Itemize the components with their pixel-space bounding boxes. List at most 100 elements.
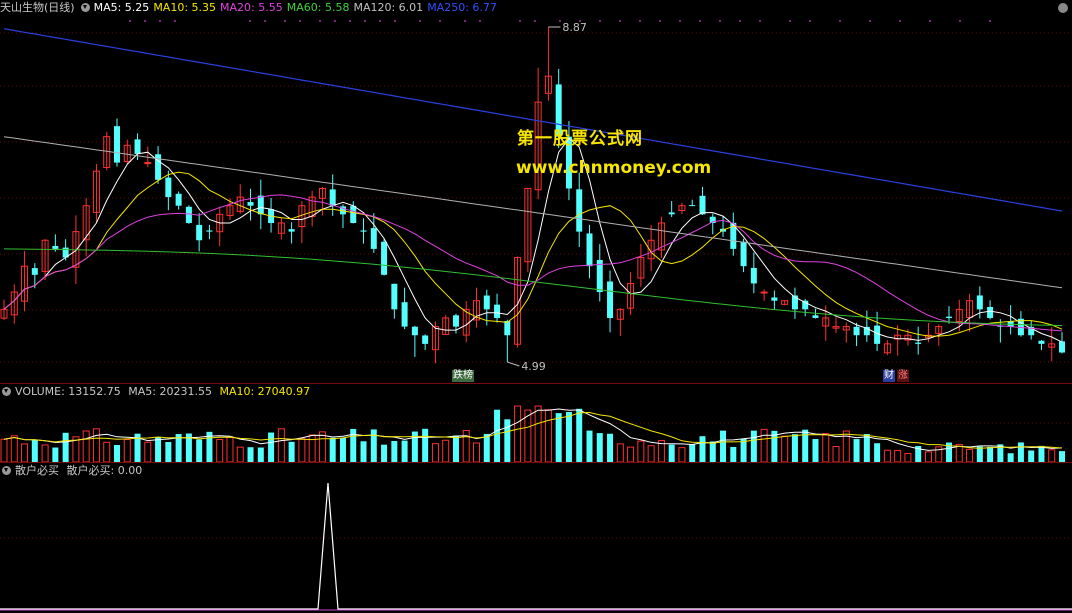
candle-body bbox=[247, 202, 254, 206]
candle-body bbox=[946, 316, 953, 318]
volume-bar bbox=[678, 447, 686, 462]
volume-bar bbox=[544, 409, 552, 462]
candle-body bbox=[31, 268, 38, 275]
volume-bar bbox=[791, 434, 798, 462]
volume-bar bbox=[812, 439, 819, 462]
signal-dot bbox=[144, 20, 146, 22]
signal-dot bbox=[379, 20, 381, 22]
volume-bar bbox=[904, 453, 912, 462]
volume-bar bbox=[431, 443, 439, 462]
volume-bar bbox=[637, 440, 645, 462]
candle-body bbox=[586, 233, 593, 267]
watermark-title: 第一股票公式网 bbox=[517, 129, 643, 149]
volume-bar bbox=[853, 439, 860, 462]
indicator-chart[interactable] bbox=[0, 463, 1072, 613]
signal-dot bbox=[249, 20, 251, 22]
candle-body bbox=[401, 302, 408, 327]
candle-body bbox=[853, 326, 860, 336]
price-chart[interactable]: 8.87 4.99 bbox=[0, 0, 1072, 383]
volume-bar bbox=[370, 429, 377, 462]
candle-body bbox=[812, 315, 819, 318]
signal-dot bbox=[299, 20, 301, 22]
volume-bar bbox=[1007, 453, 1014, 462]
volume-panel[interactable]: VOLUME: 13152.75 MA5: 20231.55 MA10: 270… bbox=[0, 384, 1072, 462]
volume-bar bbox=[689, 444, 696, 462]
volume-bar bbox=[401, 440, 408, 462]
volume-bar bbox=[596, 433, 603, 462]
ma250-line bbox=[3, 28, 1063, 212]
volume-bar bbox=[555, 413, 562, 462]
candle-body bbox=[175, 193, 182, 206]
candle-body bbox=[288, 229, 295, 232]
volume-bar bbox=[616, 443, 624, 462]
candle-body bbox=[699, 195, 706, 215]
volume-bar bbox=[483, 433, 490, 462]
signal-dot bbox=[719, 20, 721, 22]
volume-bar bbox=[216, 439, 224, 462]
volume-bar bbox=[987, 446, 994, 462]
tag-zhang[interactable]: 涨 bbox=[897, 370, 909, 382]
volume-bar bbox=[113, 445, 120, 462]
signal-dot bbox=[699, 20, 701, 22]
candle-body bbox=[689, 205, 696, 207]
signal-dot bbox=[759, 20, 761, 22]
volume-bar bbox=[155, 437, 162, 462]
volume-bar bbox=[92, 428, 100, 462]
candle-body bbox=[185, 206, 192, 223]
volume-bar bbox=[1038, 445, 1045, 462]
volume-bar bbox=[1059, 451, 1065, 462]
candle-body bbox=[452, 315, 459, 327]
signal-dot bbox=[809, 20, 811, 22]
volume-bar bbox=[514, 405, 522, 462]
volume-bar bbox=[257, 447, 264, 462]
candle-body bbox=[504, 321, 511, 336]
volume-bar bbox=[647, 445, 655, 462]
indicator-panel[interactable]: 散户必买 散户必买: 0.00 bbox=[0, 463, 1072, 613]
volume-bar bbox=[473, 442, 481, 462]
volume-bar bbox=[10, 435, 18, 462]
volume-bar bbox=[62, 432, 69, 462]
signal-dot bbox=[639, 20, 641, 22]
candle-body bbox=[576, 189, 583, 232]
signal-dot bbox=[264, 20, 266, 22]
tag-dieBang[interactable]: 跌榜 bbox=[452, 370, 474, 382]
volume-bar bbox=[730, 446, 737, 462]
volume-bar bbox=[452, 435, 459, 462]
candle-body bbox=[257, 195, 264, 215]
candle-body bbox=[422, 335, 429, 344]
signal-dot bbox=[159, 20, 161, 22]
volume-bar bbox=[339, 437, 346, 462]
volume-bar bbox=[52, 447, 59, 462]
volume-bar bbox=[883, 449, 891, 462]
tag-cai[interactable]: 财 bbox=[883, 370, 895, 382]
signal-dot bbox=[869, 20, 871, 22]
signal-dot bbox=[364, 20, 366, 22]
signal-dot bbox=[739, 20, 741, 22]
signal-dot bbox=[659, 20, 661, 22]
signal-dot bbox=[519, 20, 521, 22]
volume-bar bbox=[627, 446, 635, 462]
volume-bar bbox=[832, 446, 840, 462]
signal-dot bbox=[899, 20, 901, 22]
volume-bar bbox=[288, 441, 295, 462]
signal-dot bbox=[464, 20, 466, 22]
candle-body bbox=[391, 283, 398, 310]
signal-dot bbox=[559, 20, 561, 22]
candle-body bbox=[987, 306, 994, 318]
volume-bar bbox=[586, 430, 593, 462]
volume-chart[interactable] bbox=[0, 384, 1072, 462]
volume-bar bbox=[268, 432, 275, 462]
volume-bar bbox=[709, 441, 716, 462]
price-panel[interactable]: 天山生物(日线) MA5: 5.25 MA10: 5.35 MA20: 5.55 MA6… bbox=[0, 0, 1072, 383]
volume-bar bbox=[277, 428, 285, 462]
candle-body bbox=[134, 139, 141, 154]
volume-bar bbox=[247, 447, 254, 462]
volume-bar bbox=[924, 451, 932, 462]
candle-body bbox=[750, 267, 757, 284]
signal-dot bbox=[394, 20, 396, 22]
volume-bar bbox=[236, 446, 244, 462]
volume-bar bbox=[668, 444, 675, 462]
candle-body bbox=[668, 212, 675, 215]
volume-bar bbox=[442, 439, 450, 462]
volume-bar bbox=[760, 428, 768, 462]
